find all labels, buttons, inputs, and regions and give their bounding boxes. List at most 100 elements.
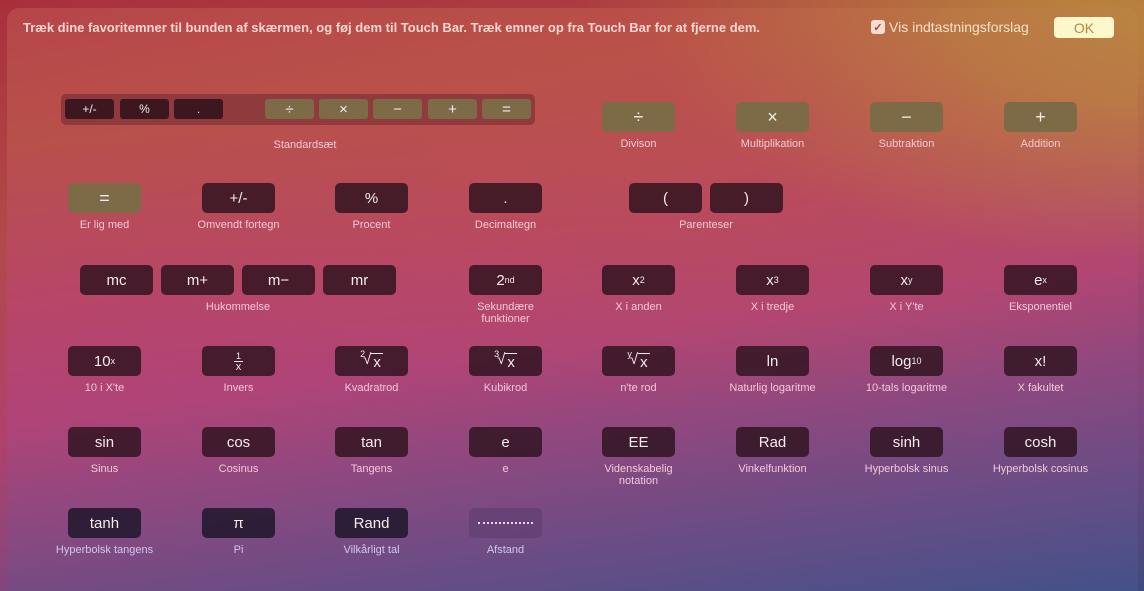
item-label: Kubikrod: [483, 382, 528, 394]
item-label: Decimaltegn: [474, 219, 537, 231]
item-label: Invers: [223, 382, 254, 394]
key-sub: 10: [911, 356, 922, 366]
ten-power-x-key: 10 x: [68, 346, 141, 376]
item-label: Eksponentiel: [1009, 301, 1072, 313]
item-memory[interactable]: mc m+ m− mr Hukommelse: [80, 265, 396, 313]
memory-recall-key: mr: [323, 265, 396, 295]
item-label: Sekundære funktioner: [477, 301, 534, 325]
item-multiplication[interactable]: × Multiplikation: [736, 102, 809, 150]
item-cosh[interactable]: cosh Hyperbolsk cosinus: [993, 427, 1088, 475]
open-paren-key: (: [629, 183, 702, 213]
root-index: 2: [360, 349, 366, 359]
key-sup: 2: [639, 275, 645, 285]
item-nth-root[interactable]: y √ x n'te rod: [602, 346, 675, 394]
item-sinh[interactable]: sinh Hyperbolsk sinus: [865, 427, 948, 475]
numerator: 1: [233, 350, 243, 362]
radicand: x: [638, 353, 650, 371]
item-natural-log[interactable]: ln Naturlig logaritme: [729, 346, 816, 394]
nth-root-key: y √ x: [602, 346, 675, 376]
item-square-root[interactable]: 2 √ x Kvadratrod: [335, 346, 408, 394]
item-label: Addition: [1020, 138, 1061, 150]
item-label: Hyperbolsk tangens: [55, 544, 154, 556]
key-base: e: [1034, 271, 1043, 289]
item-e[interactable]: e e: [469, 427, 542, 475]
item-angle-mode[interactable]: Rad Vinkelfunktion: [736, 427, 809, 475]
item-label: n'te rod: [620, 382, 657, 394]
pi-key: π: [202, 508, 275, 538]
item-label: Parenteser: [679, 219, 733, 231]
item-percent[interactable]: % Procent: [335, 183, 408, 231]
item-label: Sinus: [90, 463, 119, 475]
item-label: Afstand: [486, 544, 525, 556]
strip-key-multiply: ×: [319, 99, 368, 119]
ok-button[interactable]: OK: [1054, 17, 1114, 38]
item-space[interactable]: Afstand: [469, 508, 542, 556]
item-second[interactable]: 2nd Sekundære funktioner: [469, 265, 542, 325]
memory-subtract-key: m−: [242, 265, 315, 295]
strip-key-subtract: −: [373, 99, 422, 119]
item-log10[interactable]: log 10 10-tals logaritme: [866, 346, 947, 394]
item-parentheses[interactable]: ( ) Parenteser: [629, 183, 783, 231]
item-label: Divison: [620, 138, 657, 150]
item-pi[interactable]: π Pi: [202, 508, 275, 556]
standard-set-strip[interactable]: +/- % . ÷ × − + =: [61, 94, 535, 125]
standard-set-label: Standardsæt: [273, 139, 337, 151]
strip-key-percent: %: [120, 99, 169, 119]
item-negate[interactable]: +/- Omvendt fortegn: [198, 183, 279, 231]
sin-key: sin: [68, 427, 141, 457]
rad-key: Rad: [736, 427, 809, 457]
item-sin[interactable]: sin Sinus: [68, 427, 141, 475]
item-subtraction[interactable]: − Subtraktion: [870, 102, 943, 150]
close-paren-key: ): [710, 183, 783, 213]
item-label: Naturlig logaritme: [729, 382, 816, 394]
item-label: Vinkelfunktion: [738, 463, 807, 475]
item-decimal[interactable]: . Decimaltegn: [469, 183, 542, 231]
item-division[interactable]: ÷ Divison: [602, 102, 675, 150]
item-x-cubed[interactable]: x3 X i tredje: [736, 265, 809, 313]
item-cube-root[interactable]: 3 √ x Kubikrod: [469, 346, 542, 394]
key-sup: y: [908, 275, 913, 285]
item-ten-power-x[interactable]: 10 x 10 i X'te: [68, 346, 141, 394]
item-tan[interactable]: tan Tangens: [335, 427, 408, 475]
rand-key: Rand: [335, 508, 408, 538]
plus-icon: +: [1004, 102, 1077, 132]
item-label: Er lig med: [79, 219, 130, 231]
sinh-key: sinh: [870, 427, 943, 457]
checkbox-checked-icon[interactable]: ✓: [871, 20, 885, 34]
typing-suggestions-toggle[interactable]: ✓ Vis indtastningsforslag: [871, 19, 1029, 35]
item-x-power-y[interactable]: xy X i Y'te: [870, 265, 943, 313]
item-label: Hyperbolsk sinus: [864, 463, 949, 475]
item-label: Pi: [233, 544, 244, 556]
strip-key-decimal: .: [174, 99, 223, 119]
cos-key: cos: [202, 427, 275, 457]
key-sup: x: [1042, 275, 1047, 285]
key-base: 10: [93, 352, 111, 370]
item-label: X i Y'te: [889, 301, 924, 313]
item-scientific-notation[interactable]: EE Videnskabelig notation: [602, 427, 675, 487]
item-inverse[interactable]: 1x Invers: [202, 346, 275, 394]
item-factorial[interactable]: x! X fakultet: [1004, 346, 1077, 394]
item-label: Videnskabelig notation: [604, 463, 673, 487]
item-label: Kvadratrod: [344, 382, 399, 394]
item-exponential[interactable]: ex Eksponentiel: [1004, 265, 1077, 313]
item-addition[interactable]: + Addition: [1004, 102, 1077, 150]
strip-key-equals: =: [482, 99, 531, 119]
item-cos[interactable]: cos Cosinus: [202, 427, 275, 475]
x-squared-key: x2: [602, 265, 675, 295]
item-label: Cosinus: [218, 463, 259, 475]
item-equals[interactable]: = Er lig med: [68, 183, 141, 231]
tan-key: tan: [335, 427, 408, 457]
item-random[interactable]: Rand Vilkårligt tal: [335, 508, 408, 556]
denominator: x: [235, 360, 242, 373]
e-power-x-key: ex: [1004, 265, 1077, 295]
key-base: x: [632, 271, 640, 289]
item-tanh[interactable]: tanh Hyperbolsk tangens: [56, 508, 153, 556]
item-label: 10 i X'te: [84, 382, 125, 394]
item-x-squared[interactable]: x2 X i anden: [602, 265, 675, 313]
typing-suggestions-label: Vis indtastningsforslag: [889, 19, 1029, 35]
item-label: X fakultet: [1017, 382, 1064, 394]
e-key: e: [469, 427, 542, 457]
ee-key: EE: [602, 427, 675, 457]
item-label: Multiplikation: [740, 138, 805, 150]
item-label: 10-tals logaritme: [865, 382, 948, 394]
